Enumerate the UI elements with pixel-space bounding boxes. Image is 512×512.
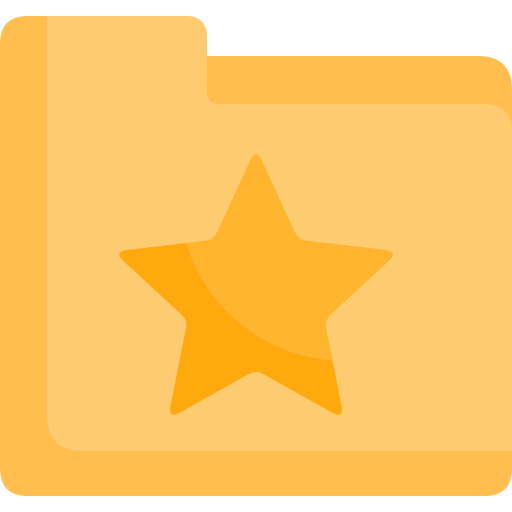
favorite-folder-icon xyxy=(0,16,512,496)
icon-canvas xyxy=(0,0,512,512)
